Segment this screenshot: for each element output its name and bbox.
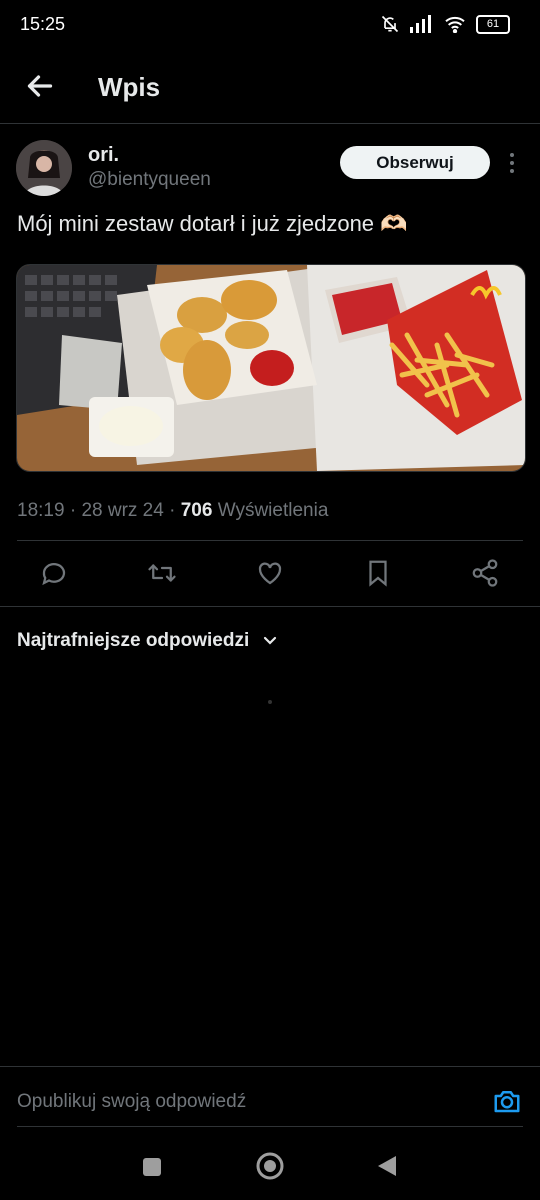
views-label: Wyświetlenia: [217, 500, 329, 521]
separator: ·: [169, 500, 176, 521]
post-image[interactable]: [16, 264, 526, 472]
system-nav-bar: [0, 1130, 540, 1200]
post-time: 18:19: [17, 500, 65, 521]
page-title: Wpis: [98, 72, 161, 102]
retweet-icon[interactable]: [147, 558, 177, 588]
author-handle[interactable]: @bientyqueen: [88, 169, 211, 191]
camera-icon[interactable]: [492, 1086, 522, 1116]
post-date: 28 wrz 24: [81, 500, 164, 521]
action-bar: [0, 548, 540, 600]
chevron-down-icon[interactable]: [262, 632, 278, 648]
back-nav-icon[interactable]: [376, 1154, 398, 1178]
reply-divider-top: [0, 1066, 540, 1067]
bell-muted-icon: [381, 15, 399, 33]
meta-divider: [17, 540, 523, 541]
reply-divider-bottom: [17, 1126, 523, 1127]
recents-icon[interactable]: [142, 1157, 162, 1177]
post-text: Mój mini zestaw dotarł i już zjedzone 🫶🏻: [17, 211, 408, 236]
actions-divider: [0, 606, 540, 607]
post-meta: 18:19 · 28 wrz 24 · 706 Wyświetlenia: [17, 500, 328, 522]
reply-input[interactable]: Opublikuj swoją odpowiedź: [17, 1091, 246, 1113]
views-count: 706: [180, 500, 213, 521]
signal-icon: [410, 15, 431, 33]
arrow-left-icon[interactable]: [22, 68, 58, 104]
status-time: 15:25: [20, 14, 66, 34]
loading-indicator: [268, 700, 272, 704]
author-name[interactable]: ori.: [88, 144, 119, 167]
like-icon[interactable]: [255, 558, 285, 588]
header-divider: [0, 123, 540, 124]
more-options-icon[interactable]: [504, 150, 520, 176]
bookmark-icon[interactable]: [363, 558, 393, 588]
reply-icon[interactable]: [39, 558, 69, 588]
status-icons: 61: [380, 14, 510, 34]
replies-sort-label[interactable]: Najtrafniejsze odpowiedzi: [17, 630, 249, 652]
share-icon[interactable]: [470, 558, 500, 588]
home-icon[interactable]: [256, 1152, 284, 1180]
battery-icon: 61: [476, 14, 510, 34]
avatar[interactable]: [16, 140, 72, 196]
wifi-icon: [445, 16, 465, 33]
follow-button[interactable]: Obserwuj: [340, 146, 490, 179]
separator: ·: [69, 500, 77, 521]
